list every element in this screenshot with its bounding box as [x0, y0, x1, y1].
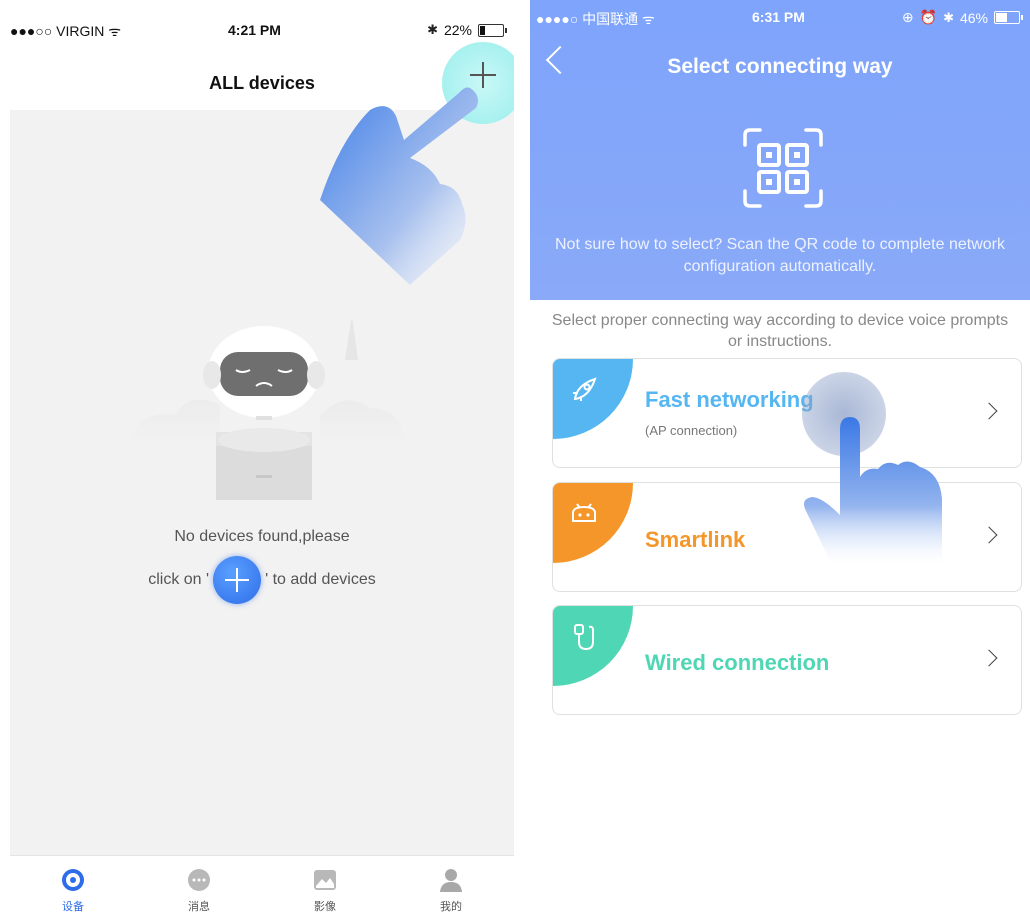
- page-title: Select connecting way: [667, 55, 893, 78]
- option-wired-connection[interactable]: Wired connection: [552, 605, 1022, 715]
- image-icon: [314, 870, 336, 890]
- inline-plus-icon: [213, 556, 262, 604]
- empty-message-line2: click on ' ' to add devices: [10, 556, 514, 604]
- tab-label: 设备: [62, 901, 84, 913]
- all-devices-screen: ●●●○○ VIRGIN ᯤ 4:21 PM ✱ 22% ALL devices: [10, 0, 514, 917]
- message-icon: [188, 869, 210, 891]
- clock: 6:31 PM: [752, 9, 805, 25]
- chevron-right-icon: [980, 526, 998, 544]
- qr-scan-icon[interactable]: [742, 127, 824, 209]
- battery-percent: 22%: [443, 22, 472, 38]
- bottom-tab-bar: 设备 消息 影像 我的: [10, 855, 514, 917]
- bluetooth-icon: ✱: [427, 22, 438, 37]
- tab-profile[interactable]: 我的: [388, 856, 514, 917]
- bluetooth-icon: ✱: [943, 9, 954, 25]
- option-name: Fast networking: [645, 387, 814, 412]
- tab-label: 我的: [440, 901, 462, 913]
- qr-hint-text: Not sure how to select? Scan the QR code…: [554, 236, 1005, 275]
- add-device-button[interactable]: [442, 42, 514, 124]
- battery-icon: [478, 23, 507, 37]
- tap-indicator: [802, 372, 886, 456]
- android-icon: [572, 503, 596, 522]
- alarm-icon: ⏰: [919, 9, 938, 25]
- status-bar: ●●●●○ 中国联通 ᯤ 6:31 PM ⊕ ⏰ ✱ 46%: [530, 0, 1030, 30]
- tab-devices[interactable]: 设备: [10, 856, 136, 917]
- page-title: ALL devices: [209, 73, 315, 93]
- lock-rotation-icon: ⊕: [901, 9, 914, 25]
- device-list-empty: No devices found,please click on ' ' to a…: [10, 110, 514, 855]
- select-connecting-way-screen: ●●●●○ 中国联通 ᯤ 6:31 PM ⊕ ⏰ ✱ 46% Select co…: [530, 0, 1030, 917]
- cable-plug-icon: [574, 624, 594, 651]
- clock: 4:21 PM: [228, 22, 281, 38]
- tab-label: 消息: [188, 901, 210, 913]
- option-fast-networking[interactable]: Fast networking (AP connection): [552, 358, 1022, 468]
- option-smartlink[interactable]: Smartlink: [552, 482, 1022, 592]
- option-subtitle: (AP connection): [645, 423, 738, 438]
- carrier-label: ●●●●○ 中国联通 ᯤ: [536, 11, 655, 27]
- rocket-icon: [573, 377, 597, 401]
- tab-label: 影像: [314, 901, 336, 913]
- chevron-right-icon: [980, 402, 998, 420]
- tab-messages[interactable]: 消息: [136, 856, 262, 917]
- battery-icon: [994, 11, 1023, 24]
- plus-icon: [470, 62, 496, 88]
- chevron-right-icon: [980, 649, 998, 667]
- nav-bar: ALL devices: [10, 50, 514, 110]
- robot-illustration: [130, 320, 405, 500]
- header-panel: ●●●●○ 中国联通 ᯤ 6:31 PM ⊕ ⏰ ✱ 46% Select co…: [530, 0, 1030, 300]
- battery-percent: 46%: [959, 9, 988, 26]
- option-name: Wired connection: [645, 650, 830, 675]
- tab-images[interactable]: 影像: [262, 856, 388, 917]
- status-bar: ●●●○○ VIRGIN ᯤ 4:21 PM ✱ 22%: [10, 0, 514, 50]
- select-hint-text: Select proper connecting way according t…: [551, 312, 1009, 350]
- empty-message-suffix: ' to add devices: [265, 571, 376, 589]
- device-icon: [62, 869, 84, 891]
- carrier-label: ●●●○○ VIRGIN ᯤ: [10, 23, 122, 39]
- empty-message-line1: No devices found,please: [174, 528, 350, 545]
- option-name: Smartlink: [645, 527, 746, 552]
- profile-icon: [440, 869, 462, 892]
- empty-message-prefix: click on ': [148, 571, 210, 589]
